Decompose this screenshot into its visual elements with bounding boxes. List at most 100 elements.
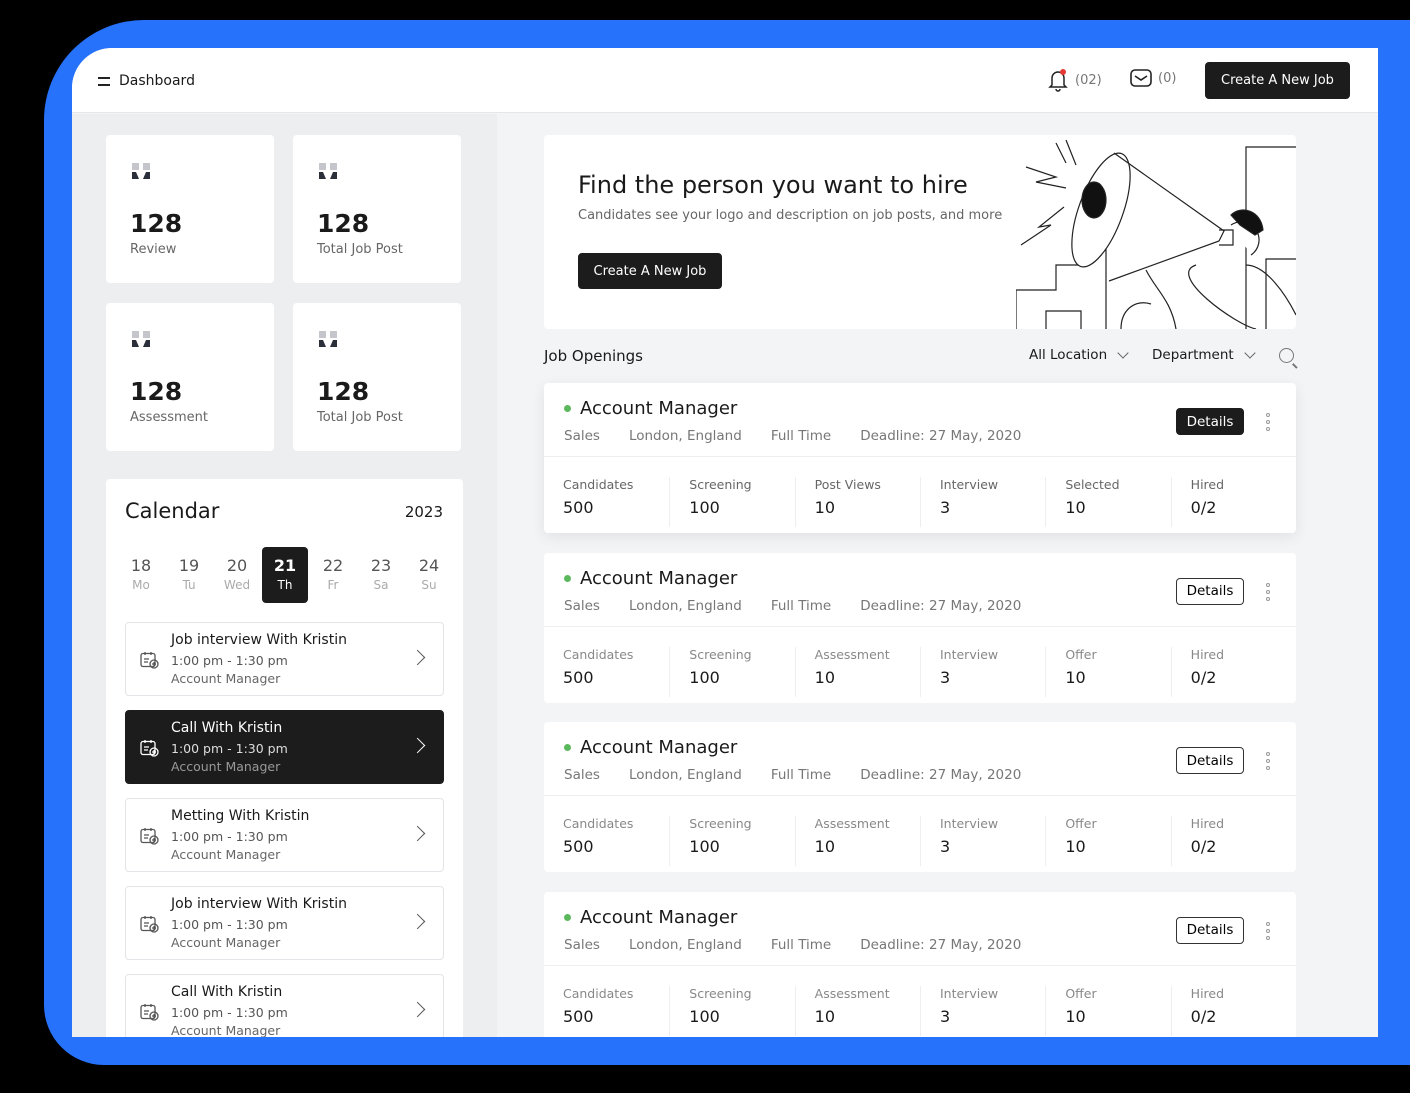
event-title: Call With Kristin: [171, 984, 283, 1000]
job-stat-value: 100: [689, 1006, 720, 1026]
calendar-day[interactable]: 21 Th: [262, 547, 308, 603]
job-stat-label: Candidates: [563, 816, 634, 831]
calendar-event[interactable]: Metting With Kristin 1:00 pm - 1:30 pm A…: [125, 798, 444, 872]
more-options-icon[interactable]: [1265, 413, 1271, 431]
stat-value: 128: [317, 209, 370, 238]
stat-value: 128: [130, 377, 183, 406]
location-filter[interactable]: All Location: [1029, 346, 1129, 363]
calendar-day[interactable]: 24 Su: [406, 547, 452, 603]
details-button[interactable]: Details: [1176, 916, 1244, 944]
create-job-button[interactable]: Create A New Job: [1205, 62, 1350, 99]
notifications-count: (02): [1075, 72, 1102, 88]
job-stat-label: Interview: [939, 816, 999, 831]
stat-card: 128 Review: [106, 135, 274, 283]
chevron-down-icon: [1244, 346, 1256, 359]
job-card: Account Manager Sales London, England Full…: [544, 891, 1296, 1037]
stat-label: Total Job Post: [317, 242, 403, 257]
calendar-day[interactable]: 23 Sa: [358, 547, 404, 603]
calendar-day[interactable]: 20 Wed: [214, 547, 260, 603]
event-title: Metting With Kristin: [171, 808, 310, 824]
stat-icon: [132, 331, 150, 347]
job-deadline: Deadline: 27 May, 2020: [860, 597, 1022, 614]
job-title: Account Manager: [580, 398, 738, 419]
app-screen: Dashboard (02) (0) Create A New Job 128 …: [72, 48, 1378, 1037]
department-filter[interactable]: Department: [1152, 346, 1256, 363]
details-button[interactable]: Details: [1176, 577, 1244, 605]
job-stat: Hired 0/2: [1170, 816, 1296, 866]
messages-button[interactable]: (0): [1130, 68, 1176, 88]
stat-card: 128 Total Job Post: [293, 303, 461, 451]
job-stat-label: Assessment: [814, 646, 890, 662]
status-dot: [564, 405, 571, 412]
weekday: Th: [277, 578, 293, 592]
job-stat-label: Offer: [1065, 816, 1097, 831]
job-card: Account Manager Sales London, England Full…: [544, 722, 1296, 872]
job-stat: Hired 0/2: [1170, 477, 1296, 527]
day-number: 20: [226, 556, 248, 575]
job-stat-label: Hired: [1190, 646, 1225, 662]
calendar-event[interactable]: Job interview With Kristin 1:00 pm - 1:3…: [125, 886, 444, 960]
banner-create-job-button[interactable]: Create A New Job: [578, 253, 722, 289]
chevron-down-icon: [1117, 346, 1129, 359]
details-button[interactable]: Details: [1176, 747, 1244, 774]
job-stat-value: 10: [814, 837, 835, 856]
status-dot: [564, 574, 571, 582]
job-stat: Selected 10: [1045, 477, 1170, 527]
job-card: Account Manager Sales London, England Full…: [544, 552, 1296, 703]
calendar-day[interactable]: 19 Tu: [166, 547, 212, 603]
job-stat-value: 10: [1065, 1006, 1086, 1026]
calendar-add-icon: [140, 1003, 159, 1021]
job-stat: Interview 3: [919, 816, 1045, 866]
calendar-event[interactable]: Job interview With Kristin 1:00 pm - 1:3…: [125, 622, 444, 696]
job-stat-label: Candidates: [563, 477, 634, 492]
chevron-right-icon: [409, 649, 426, 666]
job-type: Full Time: [770, 428, 832, 444]
job-stat-label: Screening: [689, 477, 752, 492]
job-stat-value: 500: [563, 498, 594, 517]
job-stat-label: Screening: [689, 985, 752, 1001]
job-stat-value: 3: [939, 1006, 951, 1026]
job-stat-label: Candidates: [563, 985, 634, 1001]
day-number: 22: [322, 556, 344, 575]
calendar-event[interactable]: Call With Kristin 1:00 pm - 1:30 pm Acco…: [125, 710, 444, 784]
weekday: Wed: [223, 578, 251, 592]
notifications-button[interactable]: (02): [1047, 68, 1102, 92]
day-number: 23: [370, 556, 392, 575]
calendar-day[interactable]: 18 Mo: [118, 547, 164, 603]
status-dot: [564, 744, 571, 751]
details-button[interactable]: Details: [1176, 408, 1244, 435]
job-title: Account Manager: [580, 737, 738, 758]
job-stat-value: 0/2: [1190, 667, 1217, 687]
event-role: Account Manager: [171, 1023, 281, 1037]
stat-label: Assessment: [130, 410, 208, 425]
job-stat-value: 10: [1065, 837, 1086, 856]
calendar-event[interactable]: Call With Kristin 1:00 pm - 1:30 pm Acco…: [125, 974, 444, 1037]
job-stat: Interview 3: [919, 646, 1045, 697]
job-stat: Assessment 10: [794, 646, 920, 697]
day-number: 21: [273, 556, 297, 575]
more-options-icon[interactable]: [1265, 582, 1271, 601]
event-time: 1:00 pm - 1:30 pm: [171, 653, 288, 668]
stat-value: 128: [317, 377, 370, 406]
event-time: 1:00 pm - 1:30 pm: [171, 917, 288, 932]
job-location: London, England: [628, 597, 742, 614]
calendar-day[interactable]: 22 Fr: [310, 547, 356, 603]
event-time: 1:00 pm - 1:30 pm: [171, 829, 288, 844]
more-options-icon[interactable]: [1265, 752, 1271, 770]
job-deadline: Deadline: 27 May, 2020: [860, 428, 1022, 444]
more-options-icon[interactable]: [1265, 921, 1271, 940]
job-stat: Hired 0/2: [1170, 985, 1296, 1036]
megaphone-illustration: [1016, 139, 1296, 329]
event-title: Job interview With Kristin: [171, 896, 347, 912]
job-stat-label: Post Views: [814, 477, 881, 492]
chevron-right-icon: [409, 825, 426, 842]
calendar-card: Calendar 2023 18 Mo 19 Tu 20 Wed 21 Th 22 Fr 23 Sa 2…: [106, 479, 463, 1037]
job-stat-label: Hired: [1190, 985, 1225, 1001]
mail-icon: [1130, 69, 1152, 87]
job-stat: Offer 10: [1045, 816, 1170, 866]
event-role: Account Manager: [171, 759, 281, 774]
search-icon[interactable]: [1279, 348, 1294, 363]
stat-label: Total Job Post: [317, 410, 403, 425]
job-stat: Interview 3: [919, 477, 1045, 527]
menu-button[interactable]: Dashboard: [98, 73, 195, 89]
